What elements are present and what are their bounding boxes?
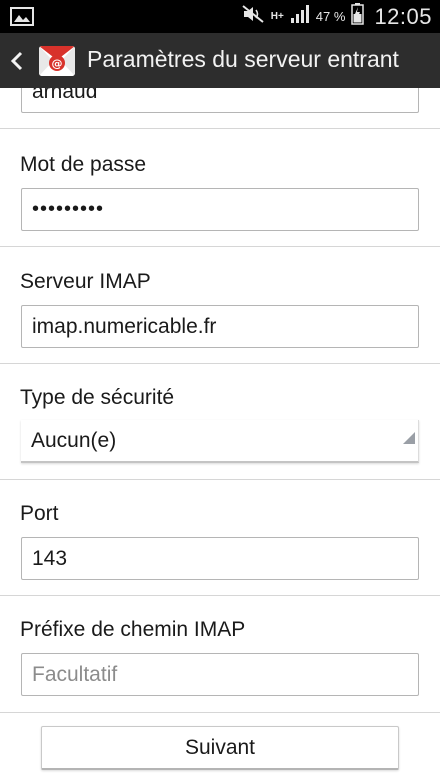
- back-chevron-icon[interactable]: [10, 51, 24, 76]
- divider: [0, 363, 440, 364]
- imap-server-label: Serveur IMAP: [20, 270, 151, 293]
- imap-server-field[interactable]: imap.numericable.fr: [21, 305, 419, 348]
- status-bar: H+ 47 % 12:05: [0, 0, 440, 33]
- security-type-label: Type de sécurité: [20, 386, 175, 409]
- dropdown-corner-icon: [403, 417, 415, 458]
- settings-form: arnaud Mot de passe ••••••••• Serveur IM…: [0, 88, 440, 782]
- divider: [0, 246, 440, 247]
- imap-prefix-field[interactable]: Facultatif: [21, 653, 419, 696]
- email-app-icon[interactable]: @: [39, 46, 75, 76]
- divider: [0, 712, 440, 713]
- mute-icon: [241, 4, 265, 29]
- port-label: Port: [20, 502, 59, 525]
- divider: [0, 128, 440, 129]
- divider: [0, 479, 440, 480]
- password-field[interactable]: •••••••••: [21, 188, 419, 231]
- svg-text:@: @: [52, 57, 63, 70]
- security-type-select[interactable]: Aucun(e): [21, 420, 419, 463]
- page-title: Paramètres du serveur entrant: [87, 46, 399, 72]
- network-type: H+: [270, 10, 284, 22]
- signal-icon: [290, 4, 310, 29]
- divider: [0, 595, 440, 596]
- image-icon: [10, 7, 34, 31]
- action-bar: @ Paramètres du serveur entrant: [0, 33, 440, 88]
- battery-icon: [351, 3, 365, 30]
- password-label: Mot de passe: [20, 153, 147, 176]
- battery-percent: 47 %: [315, 9, 346, 24]
- next-button[interactable]: Suivant: [41, 726, 399, 770]
- username-field[interactable]: arnaud: [21, 88, 419, 113]
- clock: 12:05: [374, 3, 432, 29]
- imap-prefix-label: Préfixe de chemin IMAP: [20, 618, 246, 641]
- port-field[interactable]: 143: [21, 537, 419, 580]
- security-type-value: Aucun(e): [31, 429, 117, 452]
